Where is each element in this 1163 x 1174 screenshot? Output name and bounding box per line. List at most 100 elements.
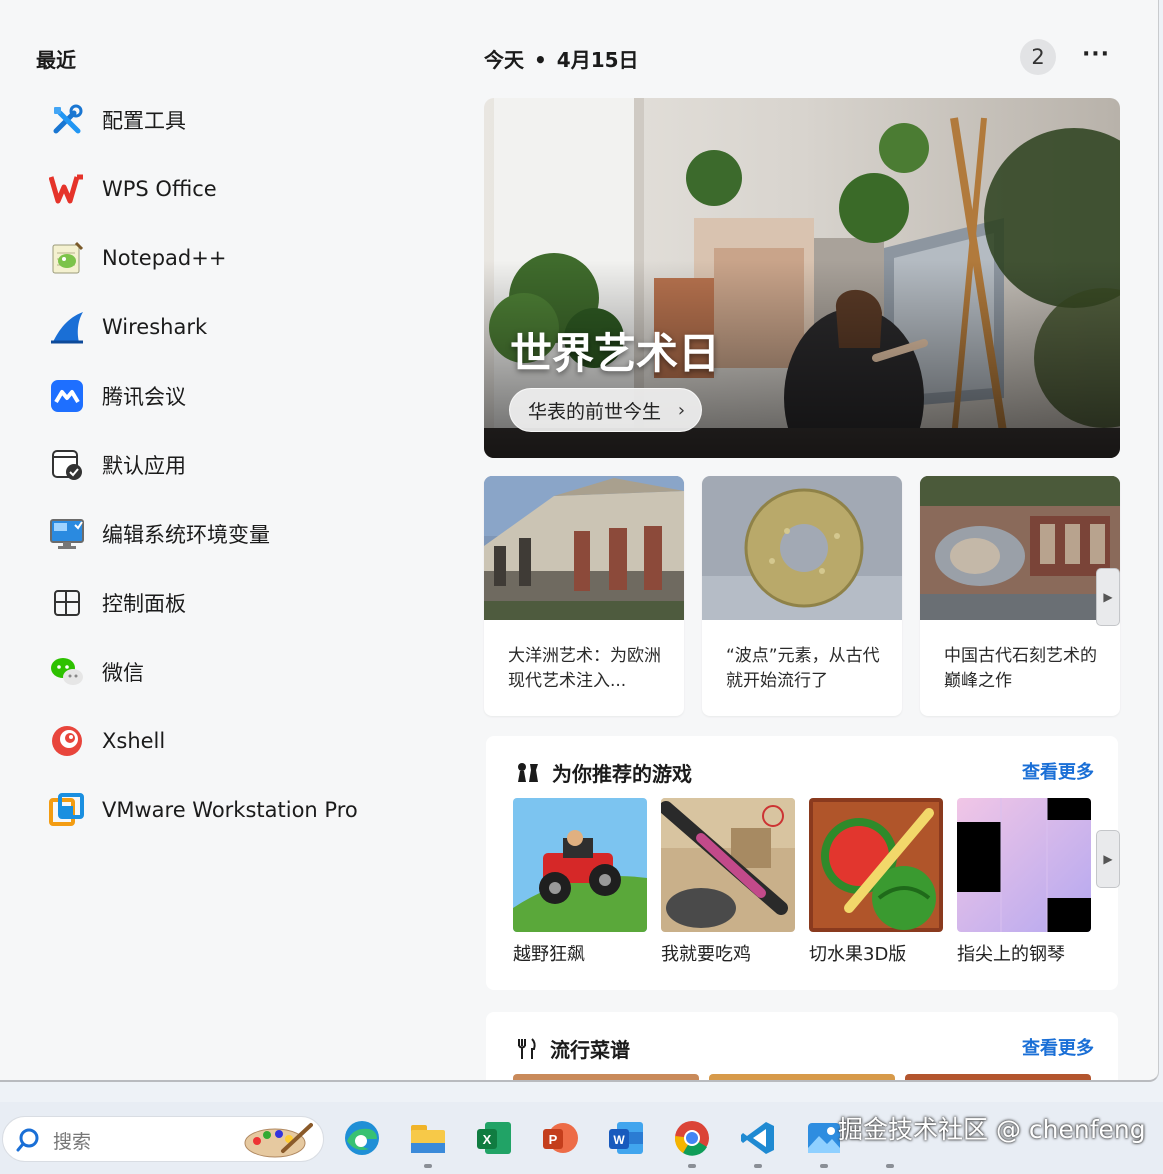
- fruit-slice-game-image: [809, 798, 943, 932]
- recent-app-tencent-meeting[interactable]: 腾讯会议: [48, 372, 388, 420]
- game-name: 切水果3D版: [809, 944, 907, 965]
- svg-text:W: W: [613, 1133, 625, 1147]
- game-tile-chicken-shooter[interactable]: 我就要吃鸡: [661, 798, 795, 966]
- app-label: 微信: [102, 661, 144, 685]
- popular-recipes-section: 流行菜谱 查看更多: [486, 1012, 1118, 1080]
- control-panel-icon: [48, 584, 86, 622]
- game-name: 越野狂飙: [513, 944, 585, 965]
- recipe-thumb[interactable]: [709, 1074, 895, 1080]
- file-explorer-icon[interactable]: [408, 1118, 448, 1158]
- jade-disc-photo: [702, 476, 902, 620]
- shooter-game-image: [661, 798, 795, 932]
- notification-count-badge[interactable]: 2: [1020, 39, 1056, 75]
- article-caption: “波点”元素，从古代就开始流行了: [726, 646, 880, 691]
- play-triangle-icon: ▶: [1103, 852, 1113, 866]
- running-indicator: [754, 1164, 762, 1168]
- games-see-more-link[interactable]: 查看更多: [1022, 758, 1094, 784]
- app-label: 编辑系统环境变量: [102, 523, 270, 547]
- hero-title: 世界艺术日: [510, 329, 721, 378]
- stone-carving-photo: [920, 476, 1120, 620]
- svg-text:P: P: [549, 1132, 558, 1147]
- separator-dot: •: [534, 48, 547, 72]
- excel-icon[interactable]: X: [474, 1118, 514, 1158]
- recent-app-vmware-workstation[interactable]: VMware Workstation Pro: [48, 786, 388, 834]
- app-label: 控制面板: [102, 592, 186, 616]
- games-section-title: 为你推荐的游戏: [552, 762, 692, 786]
- search-icon: [15, 1127, 41, 1157]
- hero-link-label: 华表的前世今生: [528, 400, 662, 423]
- running-indicator: [424, 1164, 432, 1168]
- paint-palette-icon: [243, 1121, 313, 1163]
- edge-icon[interactable]: [342, 1118, 382, 1158]
- recent-app-control-panel[interactable]: 控制面板: [48, 579, 388, 627]
- games-scroll-right-button[interactable]: ▶: [1096, 830, 1120, 888]
- start-panel: 最近 配置工具 WPS Office Notepad++ Wireshark 腾…: [0, 0, 1159, 1082]
- article-caption: 大洋洲艺术：为欧洲现代艺术注入...: [508, 646, 661, 691]
- notepad-plus-plus-icon: [48, 239, 86, 277]
- running-indicator: [886, 1164, 894, 1168]
- article-caption: 中国古代石刻艺术的巅峰之作: [944, 646, 1097, 691]
- running-indicator: [688, 1164, 696, 1168]
- fork-knife-icon: [516, 1037, 538, 1061]
- hero-link-button[interactable]: 华表的前世今生 ›: [509, 388, 703, 432]
- running-indicator: [820, 1164, 828, 1168]
- article-card-oceania-art[interactable]: 大洋洲艺术：为欧洲现代艺术注入...: [484, 476, 684, 716]
- recent-section-title: 最近: [36, 48, 76, 72]
- app-label: 腾讯会议: [102, 385, 186, 409]
- taskbar-search-box[interactable]: 搜索: [2, 1116, 324, 1162]
- recipes-see-more-link[interactable]: 查看更多: [1022, 1034, 1094, 1060]
- xshell-icon: [48, 722, 86, 760]
- game-tile-piano-tiles[interactable]: 指尖上的钢琴: [957, 798, 1091, 966]
- app-label: Wireshark: [102, 315, 208, 339]
- cards-scroll-right-button[interactable]: ▶: [1096, 568, 1120, 626]
- app-label: WPS Office: [102, 177, 217, 201]
- article-card-polka-dot[interactable]: “波点”元素，从古代就开始流行了: [702, 476, 902, 716]
- today-label: 今天: [484, 48, 524, 72]
- recommended-games-section: 为你推荐的游戏 查看更多 越野狂飙 我就要吃鸡 切水果3D版 指尖上的钢琴: [486, 736, 1118, 990]
- recipe-thumb[interactable]: [905, 1074, 1091, 1080]
- recent-app-default-apps[interactable]: 默认应用: [48, 441, 388, 489]
- wireshark-fin-icon: [48, 308, 86, 346]
- monitor-settings-icon: [48, 515, 86, 553]
- tencent-meeting-icon: [48, 377, 86, 415]
- default-apps-icon: [48, 446, 86, 484]
- hill-climb-game-image: [513, 798, 647, 932]
- recent-app-wechat[interactable]: 微信: [48, 648, 388, 696]
- widgets-date-header: 今天 • 4月15日: [484, 44, 639, 73]
- recipe-thumb[interactable]: [513, 1074, 699, 1080]
- app-label: 默认应用: [102, 454, 186, 478]
- play-triangle-icon: ▶: [1103, 590, 1113, 604]
- word-icon[interactable]: W: [606, 1118, 646, 1158]
- recent-app-edit-env-vars[interactable]: 编辑系统环境变量: [48, 510, 388, 558]
- app-label: 配置工具: [102, 109, 186, 133]
- chess-pieces-icon: [516, 762, 540, 784]
- more-options-button[interactable]: ···: [1080, 42, 1112, 70]
- recent-app-config-tool[interactable]: 配置工具: [48, 96, 388, 144]
- recent-app-notepad-plus-plus[interactable]: Notepad++: [48, 234, 388, 282]
- hero-feature-card[interactable]: 世界艺术日 华表的前世今生 ›: [484, 98, 1120, 458]
- wechat-icon: [48, 653, 86, 691]
- recipes-section-header: 流行菜谱: [516, 1034, 630, 1063]
- svg-text:X: X: [483, 1132, 492, 1147]
- recent-app-wps-office[interactable]: WPS Office: [48, 165, 388, 213]
- colonial-building-photo: [484, 476, 684, 620]
- recipes-section-title: 流行菜谱: [550, 1038, 630, 1062]
- app-label: Xshell: [102, 729, 166, 753]
- powerpoint-icon[interactable]: P: [540, 1118, 580, 1158]
- piano-tiles-game-image: [957, 798, 1091, 932]
- recent-app-xshell[interactable]: Xshell: [48, 717, 388, 765]
- tools-icon: [48, 101, 86, 139]
- article-card-stone-carving[interactable]: 中国古代石刻艺术的巅峰之作: [920, 476, 1120, 716]
- watermark-text: 掘金技术社区 @ chenfeng: [838, 1115, 1146, 1144]
- game-name: 指尖上的钢琴: [957, 944, 1065, 965]
- vmware-icon: [48, 791, 86, 829]
- game-tile-hill-climb[interactable]: 越野狂飙: [513, 798, 647, 966]
- date-label: 4月15日: [556, 48, 639, 72]
- game-tile-fruit-ninja[interactable]: 切水果3D版: [809, 798, 943, 966]
- wps-icon: [48, 170, 86, 208]
- recent-app-wireshark[interactable]: Wireshark: [48, 303, 388, 351]
- app-label: Notepad++: [102, 246, 227, 270]
- vscode-icon[interactable]: [738, 1118, 778, 1158]
- chevron-right-icon: ›: [677, 400, 686, 421]
- chrome-icon[interactable]: [672, 1118, 712, 1158]
